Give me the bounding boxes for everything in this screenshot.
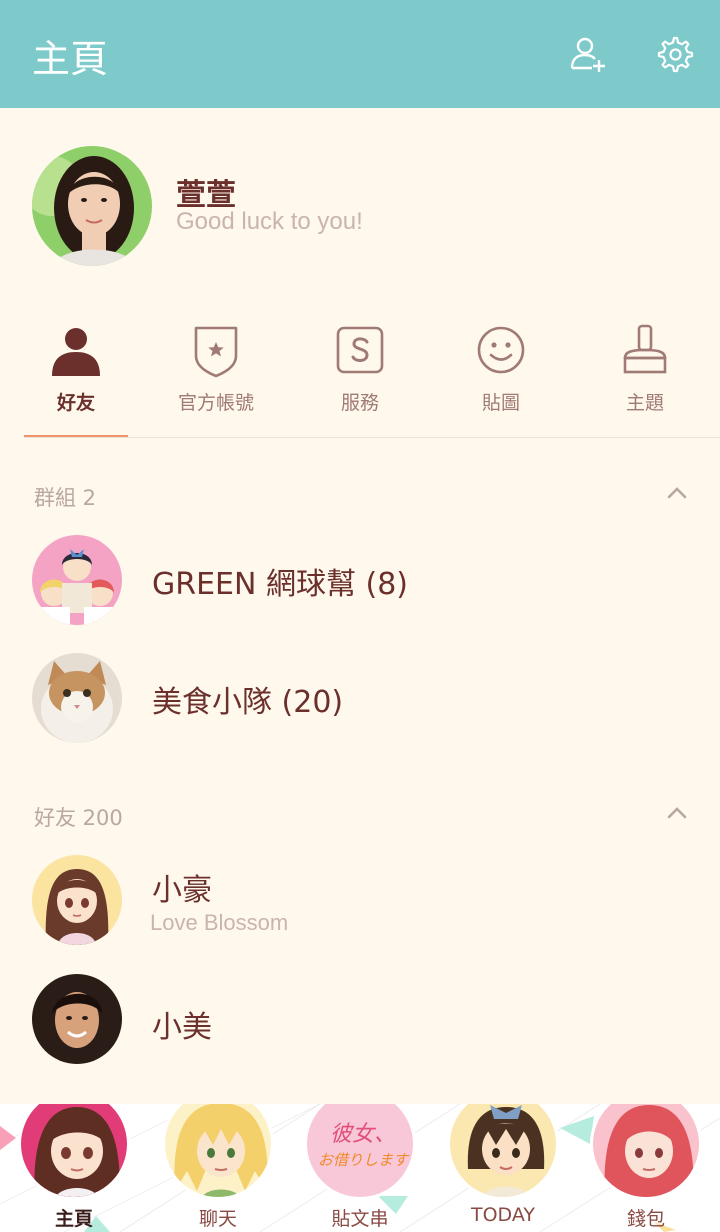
group-name: GREEN 網球幫 (8) <box>152 567 409 602</box>
group-name: 美食小隊 (20) <box>152 685 344 720</box>
nav-label: 錢包 <box>626 1208 665 1230</box>
friends-section-header[interactable]: 好友 200 <box>34 802 123 832</box>
person-icon <box>52 328 100 376</box>
friend-row[interactable]: 小豪 Love Blossom <box>0 845 720 955</box>
group-avatar <box>32 653 122 743</box>
add-friend-icon[interactable] <box>568 34 608 74</box>
brush-icon <box>623 324 667 374</box>
s-box-icon <box>336 326 384 374</box>
smiley-icon <box>477 326 525 374</box>
friend-avatar <box>32 974 122 1064</box>
nav-today[interactable]: TODAY <box>431 1104 575 1232</box>
nav-label: 貼文串 <box>331 1208 389 1230</box>
tab-friends[interactable]: 好友 <box>4 310 148 438</box>
group-row[interactable]: 美食小隊 (20) <box>0 643 720 753</box>
divider <box>24 437 720 438</box>
category-tabs: 好友 官方帳號 服務 貼圖 主題 <box>0 310 720 440</box>
tab-label: 服務 <box>340 392 379 414</box>
profile-avatar[interactable] <box>32 146 152 266</box>
tab-label: 貼圖 <box>481 392 520 414</box>
chevron-up-icon[interactable] <box>666 486 688 500</box>
group-avatar <box>32 535 122 625</box>
friend-name: 小美 <box>152 1010 212 1045</box>
nav-today-avatar <box>447 1104 559 1200</box>
nav-chats-avatar <box>162 1104 274 1200</box>
gear-icon[interactable] <box>654 34 694 74</box>
nav-timeline-logo: 彼女、 お借りします <box>304 1104 416 1200</box>
tab-official-accounts[interactable]: 官方帳號 <box>144 310 288 438</box>
tab-services[interactable]: 服務 <box>288 310 432 438</box>
friend-status: Love Blossom <box>150 910 289 935</box>
nav-label: 聊天 <box>198 1208 237 1230</box>
nav-label: 主頁 <box>54 1208 93 1230</box>
nav-label: TODAY <box>471 1204 535 1226</box>
friend-row[interactable]: 小美 <box>0 964 720 1074</box>
tab-label: 主題 <box>625 392 664 414</box>
tab-label: 官方帳號 <box>177 392 254 414</box>
group-row[interactable]: GREEN 網球幫 (8) <box>0 525 720 635</box>
friend-name: 小豪 <box>152 873 212 908</box>
shield-star-icon <box>194 326 238 378</box>
nav-timeline[interactable]: 彼女、 お借りします 貼文串 <box>288 1104 432 1232</box>
nav-wallet[interactable]: 錢包 <box>574 1104 718 1232</box>
app-header: 主頁 <box>0 0 720 108</box>
tab-label: 好友 <box>56 392 95 414</box>
tab-stickers[interactable]: 貼圖 <box>429 310 573 438</box>
profile-status-message: Good luck to you! <box>176 208 363 235</box>
svg-text:お借りします: お借りします <box>318 1151 410 1169</box>
chevron-up-icon[interactable] <box>666 806 688 820</box>
bottom-navigation: 主頁 聊天 彼女、 お借りします 貼文串 TODAY 錢包 <box>0 1104 720 1232</box>
groups-section-header[interactable]: 群組 2 <box>34 482 96 512</box>
page-title: 主頁 <box>32 37 109 81</box>
nav-wallet-avatar <box>590 1104 702 1200</box>
nav-home-avatar <box>18 1104 130 1200</box>
tab-themes[interactable]: 主題 <box>573 310 717 438</box>
nav-chats[interactable]: 聊天 <box>146 1104 290 1232</box>
my-profile[interactable]: 萱萱 Good luck to you! <box>0 108 720 298</box>
friend-avatar <box>32 855 122 945</box>
nav-home[interactable]: 主頁 <box>2 1104 146 1232</box>
svg-text:彼女、: 彼女、 <box>330 1122 396 1147</box>
